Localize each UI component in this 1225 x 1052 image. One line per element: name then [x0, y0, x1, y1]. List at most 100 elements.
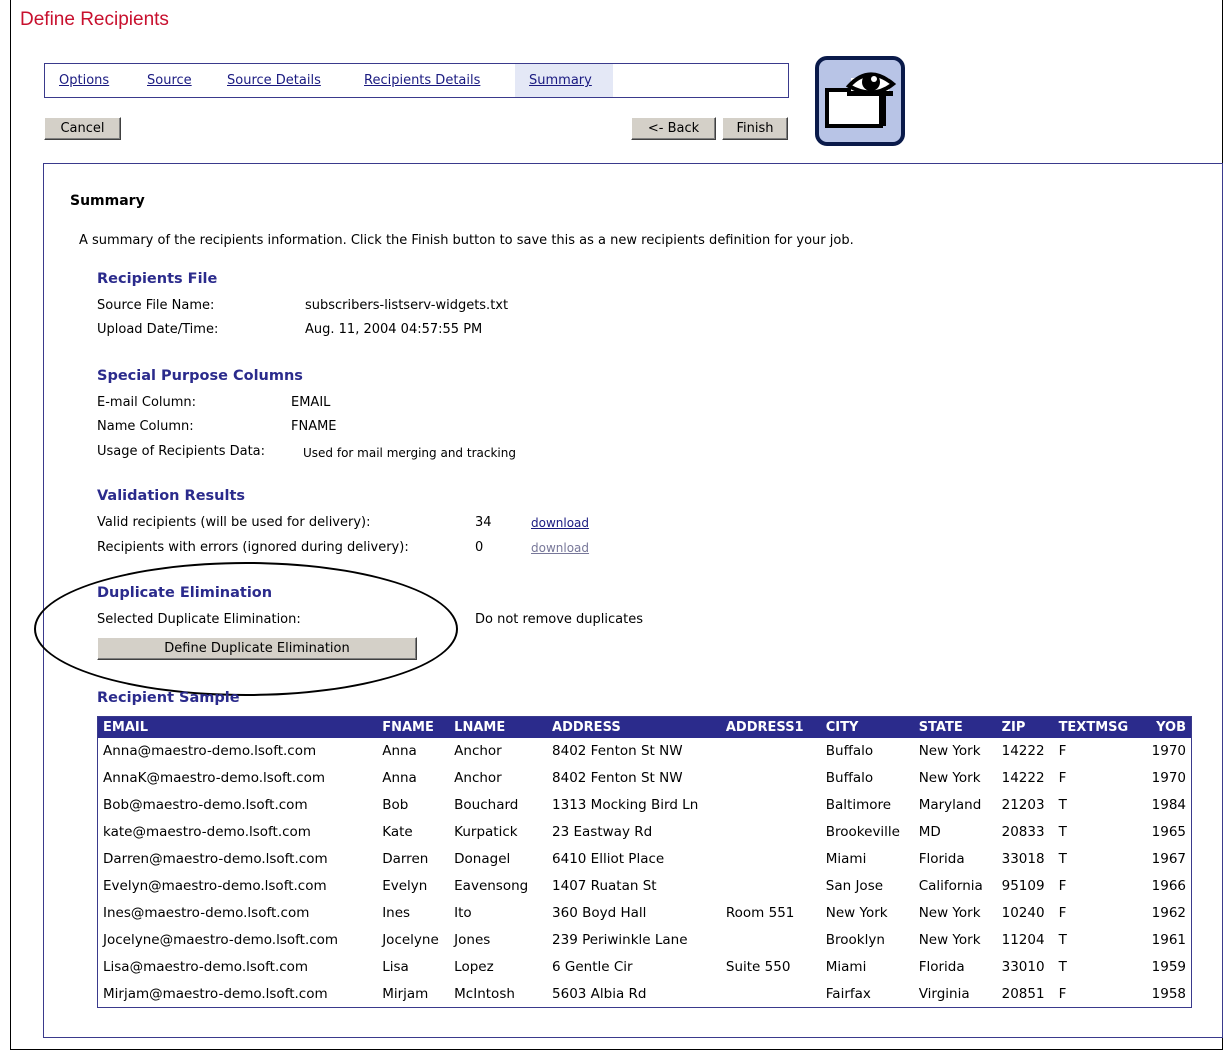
table-cell: Darren — [382, 851, 429, 867]
define-duplicate-elimination-button[interactable]: Define Duplicate Elimination — [97, 637, 417, 660]
table-cell: Room 551 — [725, 905, 795, 921]
table-cell: Darren@maestro-demo.lsoft.com — [103, 851, 328, 867]
tab-options[interactable]: Options — [45, 64, 123, 97]
table-cell: Bob — [382, 797, 409, 813]
column-header: CITY — [820, 716, 914, 738]
table-cell: 360 Boyd Hall — [552, 905, 647, 921]
tab-summary[interactable]: Summary — [515, 64, 613, 97]
table-cell: 11204 — [1001, 932, 1045, 948]
table-cell: Eavensong — [454, 878, 529, 894]
table-cell: AnnaK@maestro-demo.lsoft.com — [103, 770, 325, 786]
table-row: Jocelyne@maestro-demo.lsoft.com Jocelyne J… — [98, 927, 1192, 954]
column-header: ZIP — [996, 716, 1054, 738]
table-cell: Florida — [918, 959, 965, 975]
table-cell: 33010 — [1001, 959, 1045, 975]
table-cell: Florida — [918, 851, 965, 867]
table-cell: 1965 — [1151, 824, 1186, 840]
error-download-link[interactable]: download — [531, 541, 589, 555]
duplicate-selected-label: Selected Duplicate Elimination: — [97, 612, 301, 627]
table-cell: 1961 — [1151, 932, 1186, 948]
table-header-row: EMAIL FNAME LNAME ADDRESS ADDRESS1 CITY … — [97, 716, 1192, 738]
table-row: Mirjam@maestro-demo.lsoft.com Mirjam McInt… — [98, 981, 1192, 1008]
table-cell: Ito — [454, 905, 472, 921]
table-cell: Lisa@maestro-demo.lsoft.com — [103, 959, 309, 975]
table-cell: Mirjam@maestro-demo.lsoft.com — [103, 985, 328, 1002]
validation-title: Validation Results — [97, 488, 246, 504]
column-header: FNAME — [377, 716, 450, 738]
usage-label: Usage of Recipients Data: — [97, 444, 266, 459]
table-cell: 1313 Mocking Bird Ln — [552, 797, 699, 813]
table-cell: F — [1058, 770, 1067, 786]
cancel-button[interactable]: Cancel — [44, 117, 121, 140]
table-cell: 14222 — [1001, 770, 1045, 786]
source-file-value: subscribers-listserv-widgets.txt — [305, 298, 509, 313]
table-cell: Bob@maestro-demo.lsoft.com — [103, 797, 308, 813]
table-cell: Lopez — [454, 959, 494, 975]
eye-envelope-icon — [815, 56, 905, 146]
wizard-tabs: Options Source Source Details Recipients… — [44, 63, 789, 98]
table-row: Anna@maestro-demo.lsoft.com Anna Anchor 840… — [98, 738, 1192, 765]
name-column-label: Name Column: — [97, 419, 194, 434]
table-cell — [721, 873, 821, 900]
finish-button[interactable]: Finish — [722, 117, 788, 140]
table-row: AnnaK@maestro-demo.lsoft.com Anna Anchor 84… — [98, 765, 1192, 792]
table-cell: 5603 Albia Rd — [552, 985, 647, 1002]
table-row: kate@maestro-demo.lsoft.com Kate Kurpatick… — [98, 819, 1192, 846]
table-cell: 1984 — [1151, 797, 1186, 813]
table-cell: 1970 — [1151, 743, 1186, 759]
table-cell — [721, 981, 821, 1008]
table-cell — [721, 765, 821, 792]
table-cell: New York — [918, 770, 981, 786]
table-cell: Jocelyne@maestro-demo.lsoft.com — [103, 932, 339, 948]
summary-heading: Summary — [70, 193, 145, 209]
valid-download-link[interactable]: download — [531, 516, 589, 530]
column-header: ADDRESS — [547, 716, 721, 738]
table-cell: San Jose — [825, 878, 884, 894]
table-cell: Suite 550 — [725, 959, 791, 975]
valid-recipients-count: 34 — [475, 515, 492, 530]
table-cell: New York — [918, 905, 981, 921]
table-cell: MD — [918, 824, 941, 840]
table-cell: Donagel — [454, 851, 511, 867]
table-cell: 239 Periwinkle Lane — [552, 932, 688, 948]
table-cell: 6 Gentle Cir — [552, 959, 633, 975]
column-header: ADDRESS1 — [720, 716, 821, 738]
highlight-oval — [34, 562, 458, 696]
table-cell: 14222 — [1001, 743, 1045, 759]
email-column-value: EMAIL — [291, 395, 331, 410]
table-cell: Virginia — [918, 985, 970, 1002]
table-cell: Ines@maestro-demo.lsoft.com — [103, 905, 310, 921]
table-cell: Kate — [382, 824, 413, 840]
table-cell: Jones — [454, 932, 491, 948]
table-cell: kate@maestro-demo.lsoft.com — [103, 824, 311, 840]
table-cell: Anchor — [454, 770, 502, 786]
table-cell: 1959 — [1151, 959, 1186, 975]
table-cell: Anna — [382, 770, 417, 786]
table-cell: 20851 — [1001, 985, 1045, 1002]
table-cell: F — [1058, 878, 1067, 894]
usage-value: Used for mail merging and tracking — [303, 446, 516, 460]
table-cell: 8402 Fenton St NW — [552, 743, 683, 759]
table-cell: 20833 — [1001, 824, 1045, 840]
table-cell: 1967 — [1151, 851, 1186, 867]
tab-source[interactable]: Source — [133, 64, 206, 97]
tab-recipients-details[interactable]: Recipients Details — [350, 64, 494, 97]
table-cell: Baltimore — [825, 797, 892, 813]
table-cell: Bouchard — [454, 797, 519, 813]
table-cell: Ines — [382, 905, 411, 921]
table-cell: Anna@maestro-demo.lsoft.com — [103, 743, 317, 759]
back-button[interactable]: <- Back — [631, 117, 716, 140]
column-header: LNAME — [449, 716, 548, 738]
column-header: YOB — [1141, 716, 1192, 738]
tab-source-details[interactable]: Source Details — [213, 64, 335, 97]
table-row: Bob@maestro-demo.lsoft.com Bob Bouchard 131… — [98, 792, 1192, 819]
name-column-value: FNAME — [291, 419, 337, 434]
table-cell: McIntosh — [454, 985, 515, 1002]
upload-date-label: Upload Date/Time: — [97, 322, 219, 337]
table-cell: Fairfax — [825, 985, 871, 1002]
table-cell: F — [1058, 905, 1067, 921]
table-cell: 21203 — [1001, 797, 1045, 813]
table-cell: New York — [825, 905, 888, 921]
table-cell: 1958 — [1151, 985, 1186, 1002]
column-header: TEXTMSG — [1053, 716, 1142, 738]
